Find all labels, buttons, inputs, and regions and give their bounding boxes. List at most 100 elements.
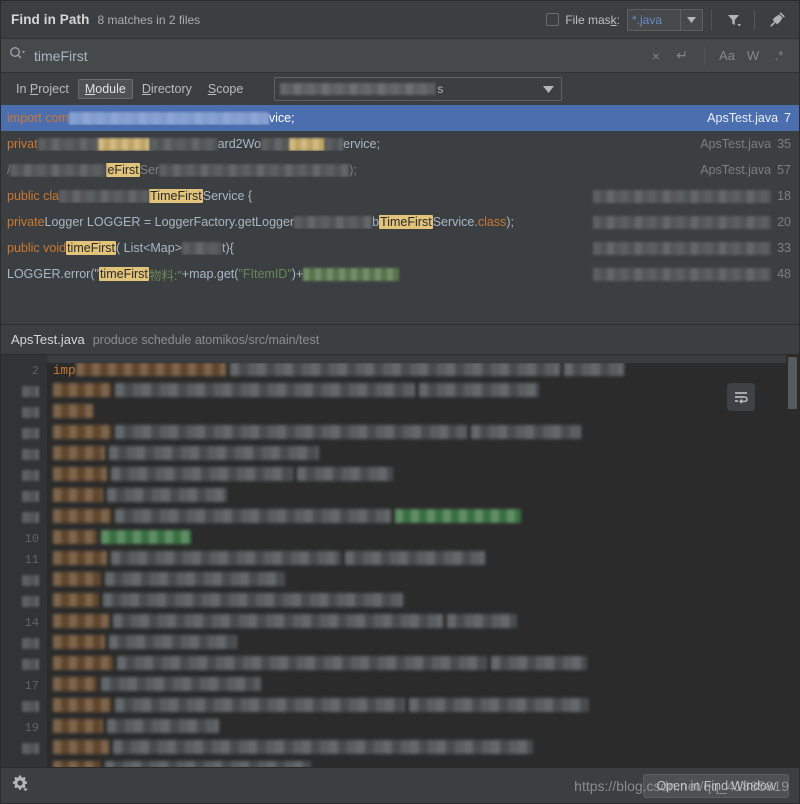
redacted-code-block	[75, 362, 226, 376]
redacted-code-block	[345, 551, 485, 565]
preview-code-area[interactable]: imp	[47, 355, 799, 767]
tab-in-project[interactable]: In Project	[9, 79, 76, 99]
preview-code-line: imp	[47, 361, 799, 382]
preview-code-line	[47, 697, 799, 718]
module-select[interactable]: s	[274, 77, 563, 101]
gutter-line-number	[1, 655, 47, 676]
redacted-code-block	[563, 362, 624, 376]
redacted-text-block	[149, 137, 218, 151]
file-mask-checkbox[interactable]	[546, 13, 560, 26]
result-line-number: 7	[784, 111, 791, 125]
redacted-code-block	[115, 698, 405, 712]
whole-words-button[interactable]: W	[741, 44, 765, 68]
code-keyword: imp	[53, 364, 76, 378]
redacted-line-number	[22, 491, 39, 502]
code-token: ervice;	[343, 137, 380, 151]
gutter-line-number	[1, 382, 47, 403]
result-code-snippet: public cla TimeFirst Service {	[7, 189, 583, 203]
redacted-code-block	[395, 509, 521, 523]
gutter-line-number: 14	[24, 616, 39, 630]
result-location: ApsTest.java 7	[697, 111, 791, 125]
file-mask-combo[interactable]: *.java	[627, 8, 703, 31]
redacted-line-number	[22, 701, 39, 712]
redacted-text-block	[68, 111, 269, 125]
pin-icon[interactable]	[765, 8, 789, 32]
search-result-row[interactable]: public void timeFirst( List<Map> t){ 33	[1, 235, 799, 261]
redacted-code-block	[111, 467, 293, 481]
preview-scrollbar-thumb[interactable]	[788, 357, 797, 409]
result-location: 20	[583, 215, 791, 229]
redacted-line-number	[22, 743, 39, 754]
toolbar-divider-2	[754, 9, 755, 30]
preview-code-line	[47, 592, 799, 613]
redacted-code-block	[115, 383, 415, 397]
search-result-row[interactable]: public cla TimeFirst Service {18	[1, 183, 799, 209]
gear-icon[interactable]	[11, 774, 29, 797]
redacted-code-block	[117, 656, 487, 670]
gutter-line-number	[1, 571, 47, 592]
gutter-line-number: 11	[24, 553, 39, 567]
redacted-code-block	[53, 656, 113, 670]
redacted-file-name	[593, 189, 772, 203]
redacted-code-block	[297, 467, 393, 481]
preview-code-line	[47, 466, 799, 487]
search-results-list[interactable]: import com vice; ApsTest.java 7 privat ard2Wo…	[1, 105, 799, 325]
code-token: Service.	[432, 215, 478, 229]
result-location: 33	[583, 241, 791, 255]
match-highlight: TimeFirst	[149, 189, 203, 203]
tab-directory[interactable]: Directory	[135, 79, 199, 99]
gutter-line-number	[1, 592, 47, 613]
soft-wrap-icon[interactable]	[727, 383, 755, 411]
tab-scope[interactable]: Scope	[201, 79, 250, 99]
filter-icon[interactable]	[722, 8, 746, 32]
result-code-snippet: public void timeFirst( List<Map> t){	[7, 241, 583, 255]
preview-code-line	[47, 508, 799, 529]
search-result-row[interactable]: import com vice; ApsTest.java 7	[1, 105, 799, 131]
code-token: );	[349, 163, 357, 177]
search-result-row[interactable]: private Logger LOGGER = LoggerFactory.ge…	[1, 209, 799, 235]
result-file-name: ApsTest.java	[707, 111, 779, 125]
redacted-line-number	[22, 659, 39, 670]
chevron-down-icon[interactable]	[543, 80, 555, 98]
redacted-code-block	[101, 677, 261, 691]
preview-code-line	[47, 676, 799, 697]
regex-button[interactable]: .*	[767, 44, 791, 68]
search-result-row[interactable]: / eFirst Ser); ApsTest.java 57	[1, 157, 799, 183]
search-bar[interactable]: timeFirst × ↵ Aa W .*	[1, 39, 799, 73]
clear-search-button[interactable]: ×	[644, 44, 668, 68]
redacted-code-block	[107, 488, 227, 502]
preview-code-line	[47, 550, 799, 571]
search-result-row[interactable]: privat ard2Wo ervice; ApsTest.java 35	[1, 131, 799, 157]
redacted-code-block	[53, 551, 107, 565]
tab-module[interactable]: Module	[77, 79, 133, 99]
redacted-code-block	[103, 593, 403, 607]
redacted-code-block	[113, 614, 443, 628]
redacted-code-block	[109, 446, 319, 460]
preview-code-line	[47, 487, 799, 508]
gutter-line-number	[1, 466, 47, 487]
redacted-text-block	[294, 215, 373, 229]
match-highlight: eFirst	[106, 163, 140, 177]
open-in-find-window-button[interactable]: Open in Find Window	[643, 773, 789, 798]
search-history-button[interactable]: ↵	[670, 44, 694, 68]
file-mask-input[interactable]: *.java	[627, 8, 681, 31]
result-line-number: 33	[777, 241, 791, 255]
redacted-code-block	[229, 362, 560, 376]
gutter-line-number	[1, 487, 47, 508]
dialog-statusbar: Open in Find Window https://blog.csdn.ne…	[1, 767, 799, 803]
gutter-line-number	[1, 634, 47, 655]
search-icon[interactable]	[9, 46, 25, 65]
preview-scrollbar[interactable]	[786, 355, 799, 767]
redacted-code-block	[101, 530, 191, 544]
code-preview-pane[interactable]: 2 10 11 14 17 19 imp	[1, 355, 799, 767]
redacted-line-number	[22, 428, 39, 439]
match-highlight: timeFirst	[98, 267, 149, 281]
redacted-code-block	[471, 425, 581, 439]
chevron-down-icon[interactable]	[681, 8, 703, 31]
match-case-button[interactable]: Aa	[715, 44, 739, 68]
preview-code-line	[47, 634, 799, 655]
search-input[interactable]: timeFirst	[34, 48, 644, 64]
search-result-row[interactable]: LOGGER.error(" timeFirst 物料:" +map.get("F…	[1, 261, 799, 287]
redacted-code-block	[53, 698, 111, 712]
preview-file-header: ApsTest.java produce schedule atomikos/s…	[1, 325, 799, 355]
